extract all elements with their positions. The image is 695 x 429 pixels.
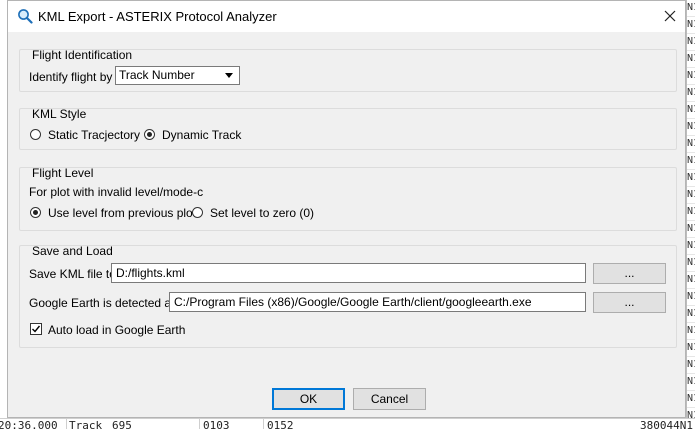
radio-selected-dot (33, 210, 38, 215)
grid-cell: N1 (687, 153, 695, 170)
grid-cell: N1 (687, 85, 695, 102)
checkmark-icon (32, 325, 41, 333)
window-title: KML Export - ASTERIX Protocol Analyzer (38, 9, 277, 24)
save-kml-label: Save KML file to (29, 267, 116, 281)
title-bar[interactable]: KML Export - ASTERIX Protocol Analyzer (8, 1, 685, 32)
grid-cell: N1 (687, 102, 695, 119)
static-trajectory-label[interactable]: Static Tracjectory (48, 128, 140, 142)
identify-flight-dropdown[interactable]: Track Number (115, 66, 240, 85)
dynamic-track-radio[interactable] (144, 129, 155, 140)
grid-cell: N1 (687, 357, 695, 374)
close-icon[interactable] (656, 5, 684, 28)
grid-cell: N1 (687, 187, 695, 204)
grid-cell: N1 (687, 289, 695, 306)
ok-button[interactable]: OK (272, 388, 345, 410)
grid-cell: N1 (687, 0, 695, 17)
browse-save-button[interactable]: ... (593, 263, 666, 284)
google-earth-path-input[interactable]: C:/Program Files (x86)/Google/Google Ear… (169, 292, 586, 312)
dynamic-track-label[interactable]: Dynamic Track (162, 128, 241, 142)
use-previous-level-label[interactable]: Use level from previous plot (48, 206, 196, 220)
set-level-zero-radio[interactable] (192, 207, 203, 218)
grid-cell: N1 (687, 68, 695, 85)
radio-selected-dot (147, 132, 152, 137)
kml-export-dialog: KML Export - ASTERIX Protocol Analyzer F… (7, 0, 686, 418)
save-kml-path-input[interactable]: D:/flights.kml (111, 263, 586, 283)
grid-cell: N1 (687, 323, 695, 340)
background-app-grid-right: N1 N1 N1 N1 N1 N1 N1 N1 N1 N1 N1 N1 N1 N… (686, 0, 695, 428)
grid-cell: N1 (687, 17, 695, 34)
grid-cell: N1 (687, 306, 695, 323)
grid-cell: N1 (687, 51, 695, 68)
cancel-button[interactable]: Cancel (353, 388, 426, 410)
grid-cell: N1 (687, 221, 695, 238)
flight-identification-legend: Flight Identification (32, 48, 133, 62)
auto-load-label[interactable]: Auto load in Google Earth (48, 323, 185, 337)
identify-flight-label: Identify flight by (29, 70, 113, 84)
kml-style-legend: KML Style (32, 107, 87, 121)
static-trajectory-radio[interactable] (30, 129, 41, 140)
grid-cell: N1 (687, 340, 695, 357)
grid-cell: N1 (687, 374, 695, 391)
browse-google-earth-button[interactable]: ... (593, 292, 666, 313)
set-level-zero-label[interactable]: Set level to zero (0) (210, 206, 314, 220)
grid-cell: N1 (687, 238, 695, 255)
grid-cell: N1 (687, 272, 695, 289)
grid-cell: N1 (687, 136, 695, 153)
grid-cell: N1 (687, 255, 695, 272)
search-icon (18, 9, 33, 24)
google-earth-label: Google Earth is detected at (29, 296, 175, 310)
flight-level-legend: Flight Level (32, 166, 94, 180)
grid-cell: N1 (687, 204, 695, 221)
grid-cell: N1 (687, 391, 695, 408)
chevron-down-icon (225, 73, 233, 78)
flight-level-group: Flight Level (19, 166, 677, 231)
grid-cell: N1 (687, 170, 695, 187)
background-app-left-edge (0, 0, 7, 428)
use-previous-level-radio[interactable] (30, 207, 41, 218)
flight-level-description: For plot with invalid level/mode-c (29, 185, 204, 199)
identify-flight-value: Track Number (119, 68, 195, 82)
grid-cell: N1 (687, 119, 695, 136)
auto-load-checkbox[interactable] (30, 323, 42, 335)
background-app-grid-bottom: 20:36.000 Track 695 0103 0152 380044N1 (0, 418, 695, 429)
save-and-load-legend: Save and Load (32, 244, 113, 258)
grid-cell: N1 (687, 34, 695, 51)
